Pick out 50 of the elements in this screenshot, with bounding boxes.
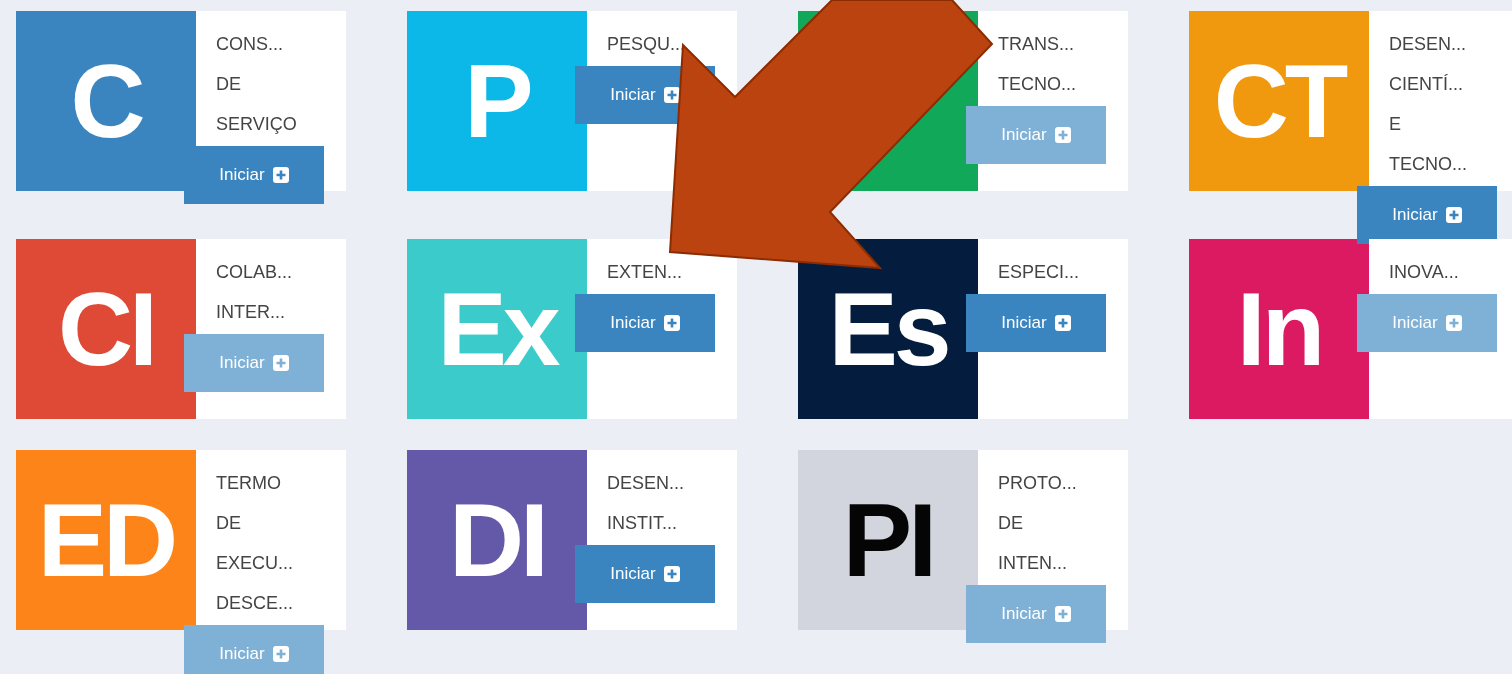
card-title-line: EXECU... (215, 552, 295, 575)
plus-icon (663, 315, 680, 331)
card-title-line: DESCE... (215, 592, 295, 615)
card-title-line: DESEN... (1388, 33, 1468, 56)
plus-icon (1445, 207, 1462, 223)
tile-letter: DI (449, 488, 545, 592)
plus-icon (663, 87, 680, 103)
card-title-line: DESEN... (606, 472, 686, 495)
tile-letter: ED (37, 488, 175, 592)
tile-letter: Ex (437, 277, 557, 381)
card-title-line: INTER... (215, 301, 286, 324)
tile-letter: In (1236, 277, 1322, 381)
plus-icon (272, 355, 289, 371)
tile-letter: P (464, 49, 530, 153)
card-title-line: E (1388, 113, 1402, 136)
tile-letter: CI (58, 277, 154, 381)
card-title-line: TERMO (215, 472, 282, 495)
plus-icon (663, 566, 680, 582)
card-title-line: EXTEN... (606, 261, 683, 284)
card-title-line: CONS... (215, 33, 284, 56)
card-title-line: DE (215, 73, 242, 96)
start-button[interactable]: Iniciar (575, 545, 715, 603)
card-title-line: INTEN... (997, 552, 1068, 575)
card-title-line: INOVA... (1388, 261, 1460, 284)
card-title-line: SERVIÇO (215, 113, 298, 136)
plus-icon (1054, 315, 1071, 331)
card-title-line: PESQU... (606, 33, 687, 56)
tile-letter: CT (1213, 49, 1345, 153)
card-title-line: TECNO... (997, 73, 1077, 96)
card-title-line: TRANS... (997, 33, 1075, 56)
start-button[interactable]: Iniciar (575, 294, 715, 352)
card-title-line: ESPECI... (997, 261, 1081, 284)
start-button[interactable]: Iniciar (184, 146, 324, 204)
start-button[interactable]: Iniciar (966, 294, 1106, 352)
card-title-line: TECNO... (1388, 153, 1468, 176)
plus-icon (272, 646, 289, 662)
plus-icon (272, 167, 289, 183)
card-title-line: COLAB... (215, 261, 294, 284)
card-title-line: DE (997, 512, 1024, 535)
plus-icon (1054, 606, 1071, 622)
card-title-line: PROTO... (997, 472, 1078, 495)
start-button[interactable]: Iniciar (1357, 186, 1497, 244)
plus-icon (1054, 127, 1071, 143)
card-title-line: DE (215, 512, 242, 535)
tile-letter: PI (842, 488, 934, 592)
tile-letter: Es (828, 277, 948, 381)
card-title-line: CIENTÍ... (1388, 73, 1464, 96)
card-title-line: INSTIT... (606, 512, 678, 535)
tile-letter: C (70, 49, 142, 153)
plus-icon (1445, 315, 1462, 331)
